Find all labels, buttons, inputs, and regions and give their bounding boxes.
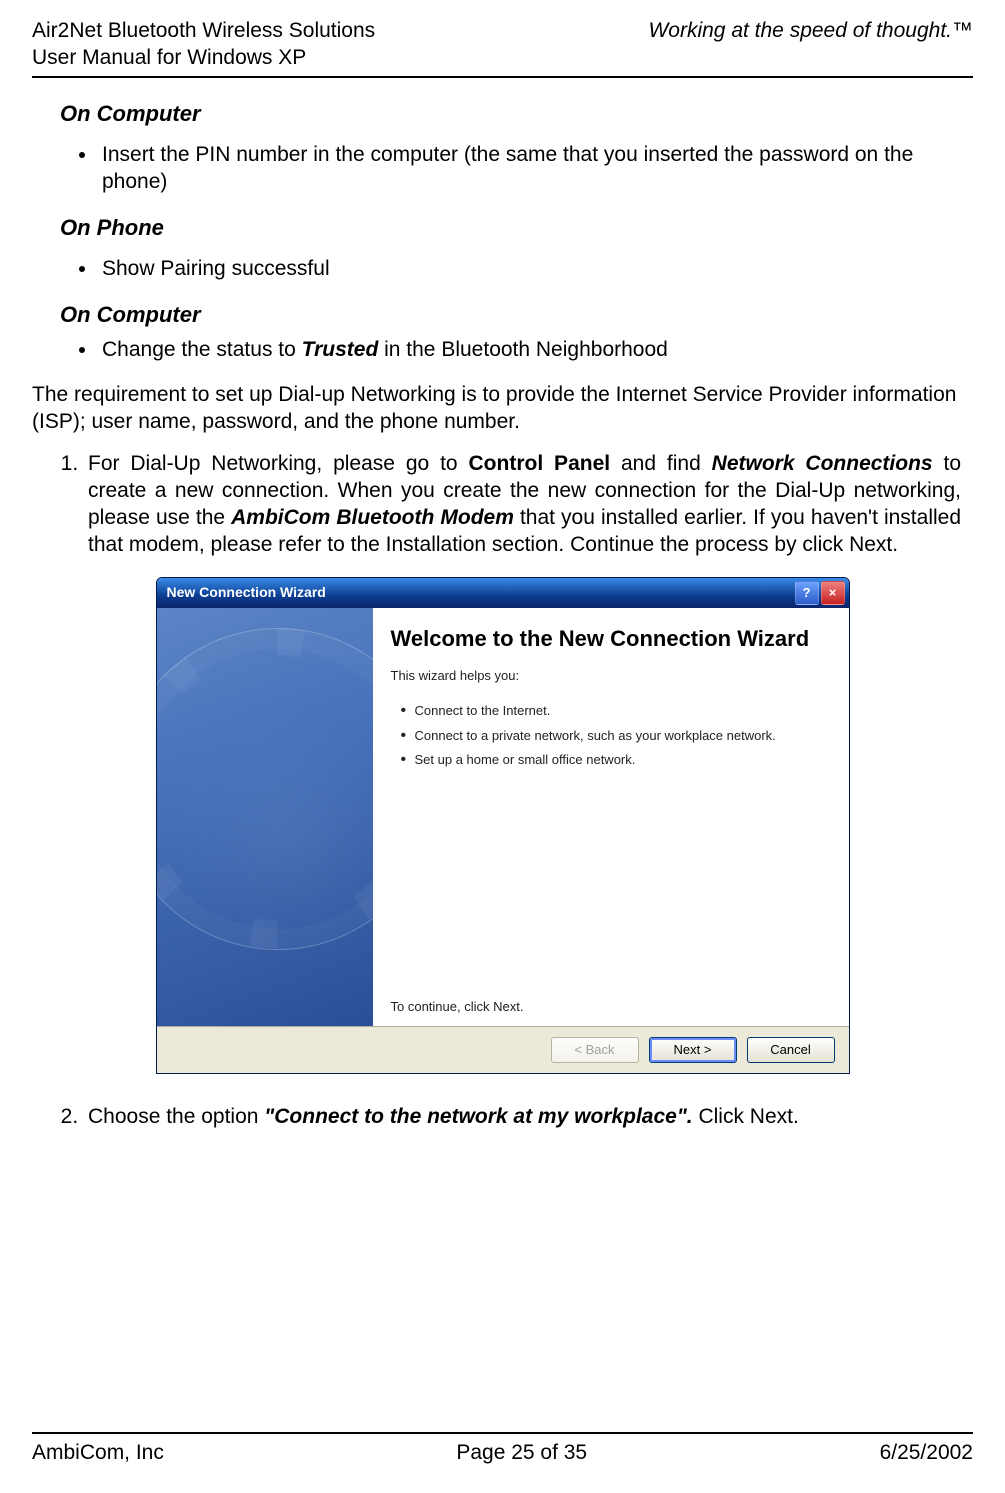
- footer-rule: [32, 1432, 973, 1434]
- bullet-trusted-suffix: in the Bluetooth Neighborhood: [378, 338, 668, 361]
- bullet-trusted-prefix: Change the status to: [102, 338, 302, 361]
- step1-control-panel: Control Panel: [469, 452, 611, 475]
- wizard-bullet-3: Set up a home or small office network.: [401, 752, 817, 769]
- wizard-bullets: Connect to the Internet. Connect to a pr…: [391, 695, 827, 777]
- wizard-headline: Welcome to the New Connection Wizard: [391, 626, 827, 652]
- new-connection-wizard: New Connection Wizard ? × Welcome to the…: [156, 577, 850, 1074]
- content: On Computer Insert the PIN number in the…: [32, 100, 973, 1131]
- steps-continued: Choose the option "Connect to the networ…: [32, 1104, 973, 1131]
- next-button[interactable]: Next >: [649, 1037, 737, 1063]
- bullet-trusted: Change the status to Trusted in the Blue…: [98, 337, 961, 364]
- wizard-button-bar: < Back Next > Cancel: [157, 1026, 849, 1073]
- bullet-pin: Insert the PIN number in the computer (t…: [98, 142, 961, 196]
- heading-on-computer-2: On Computer: [60, 301, 973, 329]
- step1-ambicom-modem: AmbiCom Bluetooth Modem: [231, 506, 514, 529]
- step1-c: and find: [610, 452, 712, 475]
- titlebar-help-button[interactable]: ?: [795, 581, 819, 605]
- heading-on-phone: On Phone: [60, 214, 973, 242]
- header-tagline: Working at the speed of thought.™: [648, 18, 973, 45]
- close-icon: ×: [829, 585, 837, 602]
- step2-c: Click Next.: [693, 1105, 799, 1128]
- wizard-bullet-1: Connect to the Internet.: [401, 703, 817, 720]
- footer-company: AmbiCom, Inc: [32, 1440, 164, 1467]
- footer-date: 6/25/2002: [880, 1440, 973, 1467]
- wizard-bullet-2: Connect to a private network, such as yo…: [401, 728, 817, 745]
- heading-on-computer-1: On Computer: [60, 100, 973, 128]
- wizard-intro: This wizard helps you:: [391, 668, 827, 685]
- wizard-side-graphic: [157, 608, 373, 1026]
- step1-network-connections: Network Connections: [712, 452, 933, 475]
- step2-option: "Connect to the network at my workplace"…: [264, 1105, 692, 1128]
- step-1: For Dial-Up Networking, please go to Con…: [84, 451, 961, 559]
- wizard-body: Welcome to the New Connection Wizard Thi…: [157, 608, 849, 1026]
- wizard-titlebar: New Connection Wizard ? ×: [157, 578, 849, 608]
- bullets-on-phone: Show Pairing successful: [32, 256, 973, 283]
- wizard-continue-hint: To continue, click Next.: [391, 909, 827, 1016]
- cancel-button[interactable]: Cancel: [747, 1037, 835, 1063]
- footer-page: Page 25 of 35: [456, 1440, 587, 1467]
- step1-a: For Dial-Up Networking, please go to: [88, 452, 469, 475]
- bullet-trusted-word: Trusted: [302, 338, 379, 361]
- bullet-pairing-success: Show Pairing successful: [98, 256, 961, 283]
- titlebar-close-button[interactable]: ×: [821, 581, 845, 605]
- back-button[interactable]: < Back: [551, 1037, 639, 1063]
- requirement-paragraph: The requirement to set up Dial-up Networ…: [32, 382, 973, 436]
- step-2: Choose the option "Connect to the networ…: [84, 1104, 961, 1131]
- wizard-title-text: New Connection Wizard: [167, 584, 326, 602]
- doc-footer: AmbiCom, Inc Page 25 of 35 6/25/2002: [32, 1440, 973, 1467]
- page: Air2Net Bluetooth Wireless Solutions Use…: [0, 0, 1005, 1493]
- doc-header: Air2Net Bluetooth Wireless Solutions Use…: [32, 18, 973, 72]
- header-product: Air2Net Bluetooth Wireless Solutions: [32, 18, 375, 45]
- wizard-screenshot: New Connection Wizard ? × Welcome to the…: [32, 577, 973, 1074]
- help-icon: ?: [803, 585, 811, 602]
- step2-a: Choose the option: [88, 1105, 264, 1128]
- steps: For Dial-Up Networking, please go to Con…: [32, 451, 973, 559]
- header-left: Air2Net Bluetooth Wireless Solutions Use…: [32, 18, 375, 72]
- bullets-on-computer-2: Change the status to Trusted in the Blue…: [32, 337, 973, 364]
- wizard-main: Welcome to the New Connection Wizard Thi…: [373, 608, 849, 1026]
- header-rule: [32, 76, 973, 78]
- bullets-on-computer-1: Insert the PIN number in the computer (t…: [32, 142, 973, 196]
- header-manual: User Manual for Windows XP: [32, 45, 375, 72]
- doc-footer-wrap: AmbiCom, Inc Page 25 of 35 6/25/2002: [32, 1432, 973, 1467]
